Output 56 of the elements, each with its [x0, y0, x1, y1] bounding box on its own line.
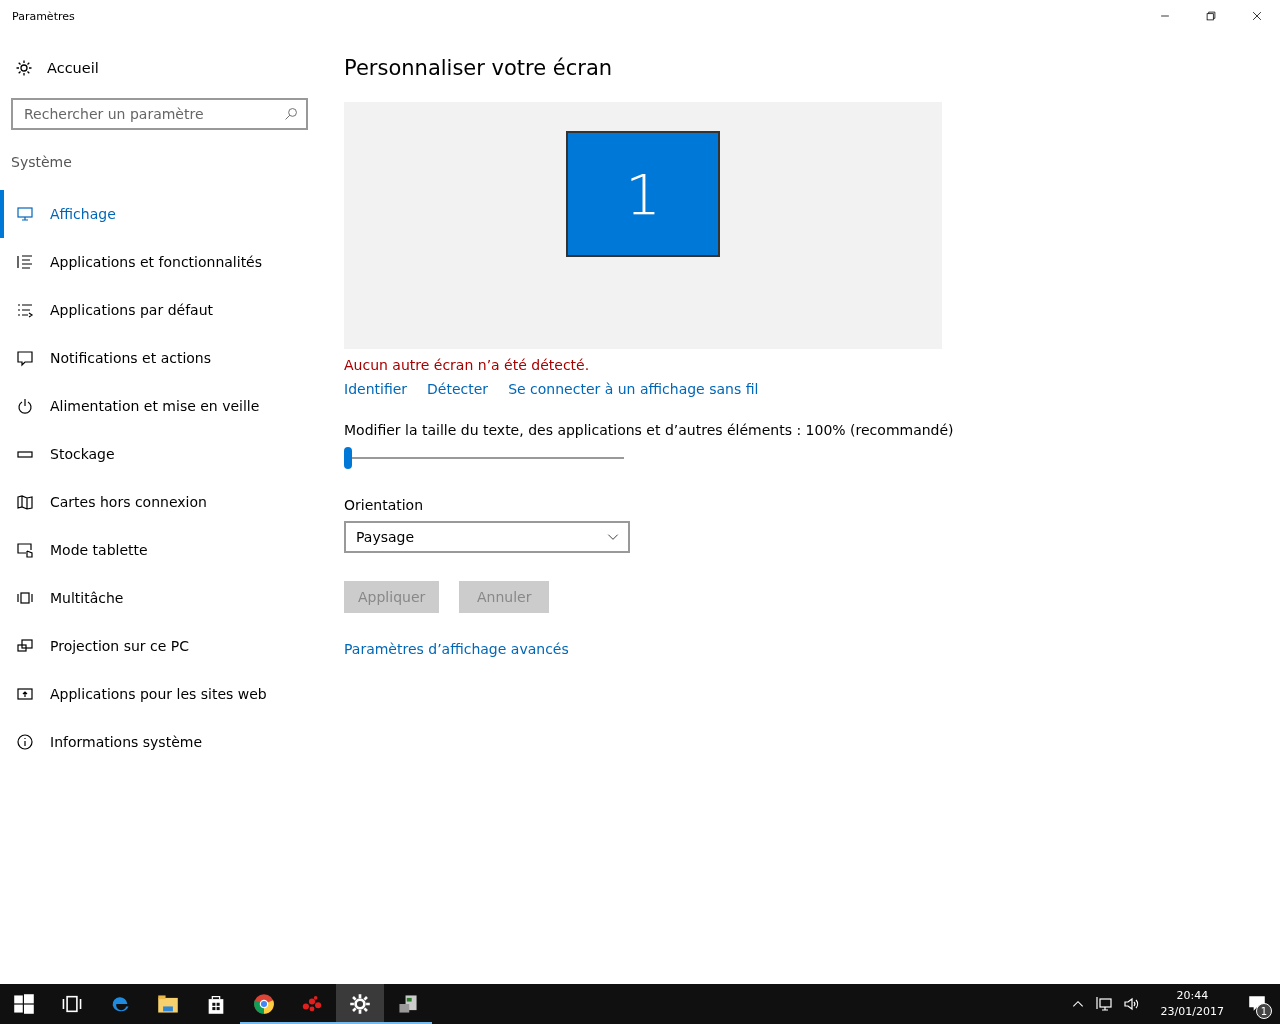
sidebar-item[interactable]: Cartes hors connexion [0, 478, 320, 526]
notification-button[interactable]: 1 [1244, 991, 1270, 1017]
map-icon [16, 493, 34, 511]
server-icon [397, 993, 419, 1015]
settings-icon [15, 59, 33, 77]
close-icon [1250, 9, 1264, 23]
settings-icon [349, 993, 371, 1015]
sidebar-item[interactable]: Notifications et actions [0, 334, 320, 382]
sidebar-item[interactable]: Multitâche [0, 574, 320, 622]
sidebar-item[interactable]: Alimentation et mise en veille [0, 382, 320, 430]
page-title: Personnaliser votre écran [344, 56, 613, 80]
task-view-icon [61, 993, 83, 1015]
display-icon [16, 205, 34, 223]
tablet-icon [16, 541, 34, 559]
sidebar-item[interactable]: Mode tablette [0, 526, 320, 574]
list-icon [16, 301, 34, 319]
window-title: Paramètres [12, 9, 75, 23]
clock-time: 20:44 [1176, 988, 1209, 1004]
network-icon [1094, 995, 1113, 1013]
message-icon [16, 349, 34, 367]
sidebar-item[interactable]: Applications par défaut [0, 286, 320, 334]
clock-date: 23/01/2017 [1160, 1004, 1224, 1020]
sidebar-item[interactable]: Informations système [0, 718, 320, 766]
info-icon [16, 733, 34, 751]
search-icon [284, 107, 298, 121]
sidebar-item[interactable]: Stockage [0, 430, 320, 478]
window-icon [16, 685, 34, 703]
power-icon [16, 397, 34, 415]
folder-icon [157, 993, 179, 1015]
orientation-dropdown[interactable]: Paysage [344, 521, 630, 553]
volume-icon [1122, 995, 1141, 1013]
browser-icon [253, 993, 275, 1015]
sidebar-item[interactable]: Affichage [0, 190, 320, 238]
orientation-label: Orientation [344, 497, 424, 513]
monitor-tile[interactable]: 1 [566, 131, 720, 257]
projector-icon [16, 637, 34, 655]
scale-label: Modifier la taille du texte, des applications et d’autres éléments : 100% (recommandé) [344, 422, 954, 438]
advanced-settings-link[interactable]: Paramètres d’affichage avancés [344, 641, 569, 657]
home-link[interactable]: Accueil [15, 54, 320, 82]
slider-thumb[interactable] [344, 447, 352, 469]
restore-icon [1204, 9, 1218, 23]
scale-slider[interactable] [344, 446, 624, 470]
taskbar-button[interactable] [336, 984, 384, 1024]
list-icon [16, 253, 34, 271]
windows-icon [13, 993, 35, 1015]
warning-text: Aucun autre écran n’a été détecté. [344, 357, 590, 373]
section-heading: Système [11, 154, 73, 170]
window-icon [16, 589, 34, 607]
action-link[interactable]: Détecter [427, 381, 489, 397]
sidebar-item[interactable]: Applications pour les sites web [0, 670, 320, 718]
search-field[interactable]: Rechercher un paramètre [11, 98, 308, 130]
sidebar-item[interactable]: Applications et fonctionnalités [0, 238, 320, 286]
sidebar-item[interactable]: Projection sur ce PC [0, 622, 320, 670]
notification-count: 1 [1256, 1003, 1272, 1019]
action-link[interactable]: Se connecter à un affichage sans fil [508, 381, 759, 397]
action-link[interactable]: Identifier [344, 381, 408, 397]
